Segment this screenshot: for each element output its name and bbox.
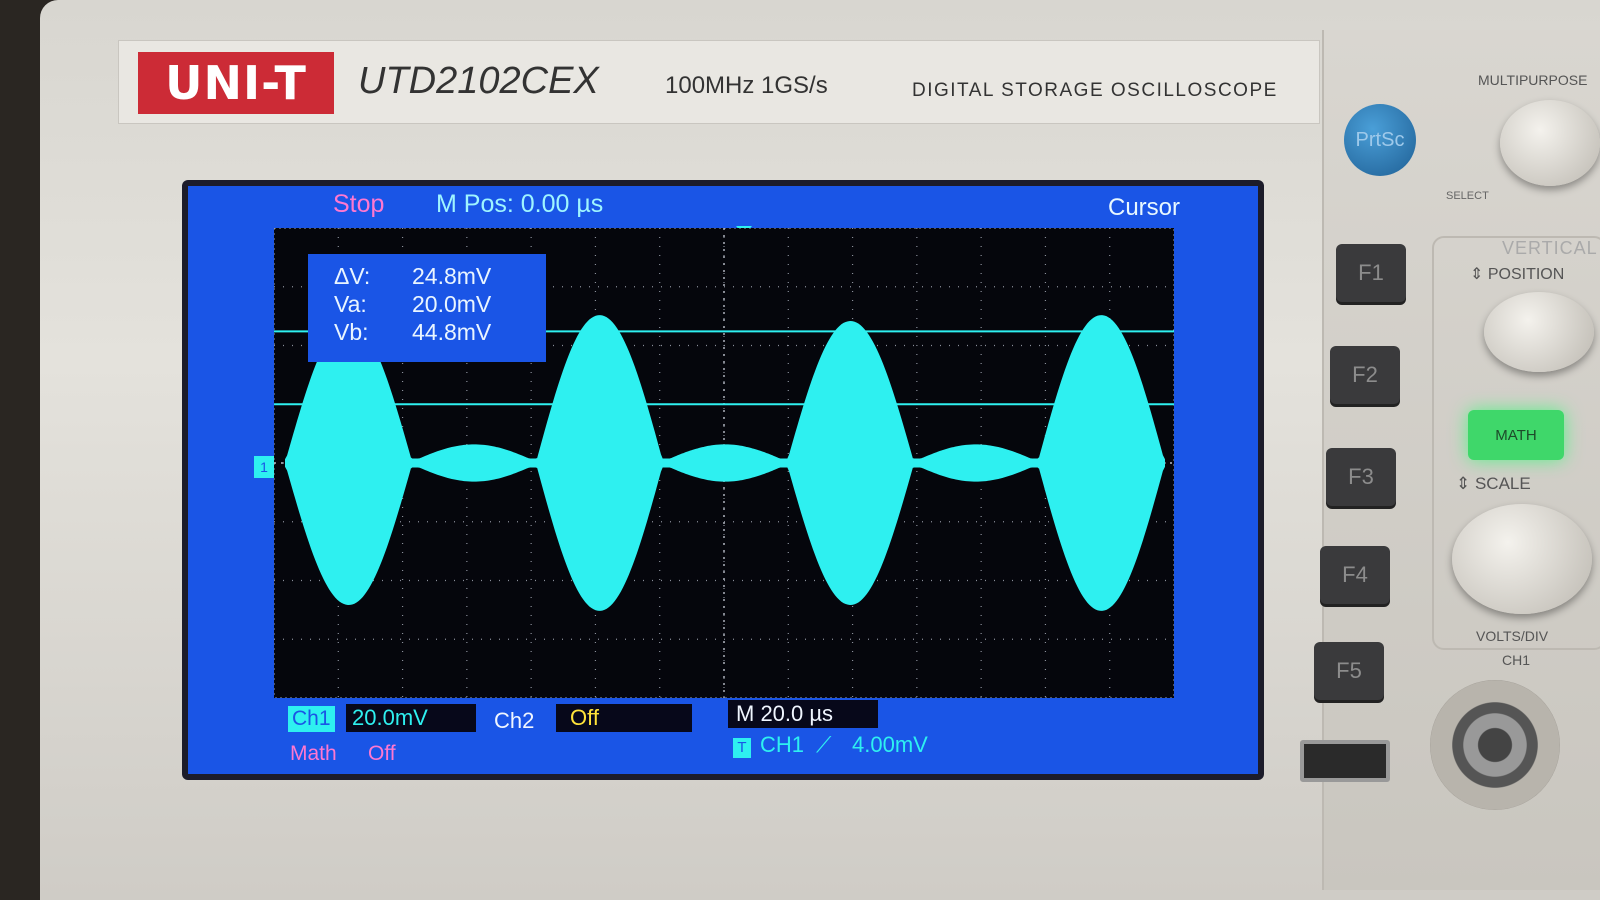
ch1-input-label: CH1 bbox=[1502, 652, 1531, 668]
volts-div-knob[interactable] bbox=[1452, 504, 1592, 614]
ch1-tag: Ch1 bbox=[288, 706, 335, 732]
run-state: Stop bbox=[333, 190, 385, 218]
multipurpose-knob[interactable] bbox=[1500, 100, 1600, 186]
f5-button[interactable]: F5 bbox=[1314, 642, 1384, 700]
ch1-bnc-connector[interactable] bbox=[1430, 680, 1560, 810]
va-label: Va: bbox=[334, 291, 367, 317]
horizontal-position: M Pos: 0.00 µs bbox=[436, 190, 604, 218]
vb-row: Vb: 44.8mV bbox=[308, 318, 546, 346]
model-name: UTD2102CEX bbox=[358, 60, 599, 102]
math-button[interactable]: MATH bbox=[1468, 410, 1564, 460]
spec-label: 100MHz 1GS/s bbox=[665, 72, 828, 99]
math-tag: Math bbox=[290, 742, 337, 765]
ch2-tag: Ch2 bbox=[494, 708, 535, 733]
va-row: Va: 20.0mV bbox=[308, 290, 546, 318]
ch1-scale: 20.0mV bbox=[346, 704, 476, 732]
timebase: M 20.0 µs bbox=[728, 700, 878, 728]
delta-v-label: ΔV: bbox=[334, 263, 371, 289]
multipurpose-label: MULTIPURPOSE bbox=[1478, 72, 1588, 88]
vb-value: 44.8mV bbox=[412, 319, 492, 345]
vertical-position-knob[interactable] bbox=[1484, 292, 1594, 372]
ch2-state: Off bbox=[556, 704, 692, 732]
math-state: Off bbox=[368, 742, 396, 765]
print-screen-button[interactable]: PrtSc bbox=[1344, 104, 1416, 176]
trigger-mode-icon: T bbox=[733, 738, 751, 758]
f2-button[interactable]: F2 bbox=[1330, 346, 1400, 404]
channel-info-bar: Ch1 20.0mV Ch2 Off Math Off M 20.0 µs T … bbox=[188, 698, 1258, 774]
screen-status-bar: Stop M Pos: 0.00 µs Cursor bbox=[188, 186, 1258, 222]
vb-label: Vb: bbox=[334, 319, 369, 345]
volts-div-label: VOLTS/DIV bbox=[1476, 628, 1549, 644]
f1-button[interactable]: F1 bbox=[1336, 244, 1406, 302]
device-type-label: DIGITAL STORAGE OSCILLOSCOPE bbox=[912, 80, 1278, 101]
delta-v-value: 24.8mV bbox=[412, 263, 492, 289]
scale-label: ⇕ SCALE bbox=[1456, 474, 1531, 493]
brand-logo: UNI-T bbox=[138, 52, 334, 114]
usb-port[interactable] bbox=[1300, 740, 1390, 782]
trigger-level: 4.00mV bbox=[852, 732, 928, 757]
menu-title: Cursor bbox=[1107, 194, 1180, 221]
f3-button[interactable]: F3 bbox=[1326, 448, 1396, 506]
vertical-label: VERTICAL bbox=[1502, 238, 1598, 258]
rising-edge-icon: ⟋ bbox=[816, 732, 832, 757]
select-label: SELECT bbox=[1446, 190, 1489, 202]
va-value: 20.0mV bbox=[412, 291, 492, 317]
cursor-readout: ΔV: 24.8mV Va: 20.0mV Vb: 44.8mV bbox=[308, 254, 546, 362]
ch1-ground-marker: 1 bbox=[254, 456, 274, 478]
scope-screen: Stop M Pos: 0.00 µs Cursor 1 ΔV: 24.8mV … bbox=[188, 186, 1258, 774]
trigger-source: CH1 bbox=[760, 732, 805, 757]
delta-v-row: ΔV: 24.8mV bbox=[308, 262, 546, 290]
f4-button[interactable]: F4 bbox=[1320, 546, 1390, 604]
position-label: ⇕ POSITION bbox=[1470, 266, 1565, 283]
